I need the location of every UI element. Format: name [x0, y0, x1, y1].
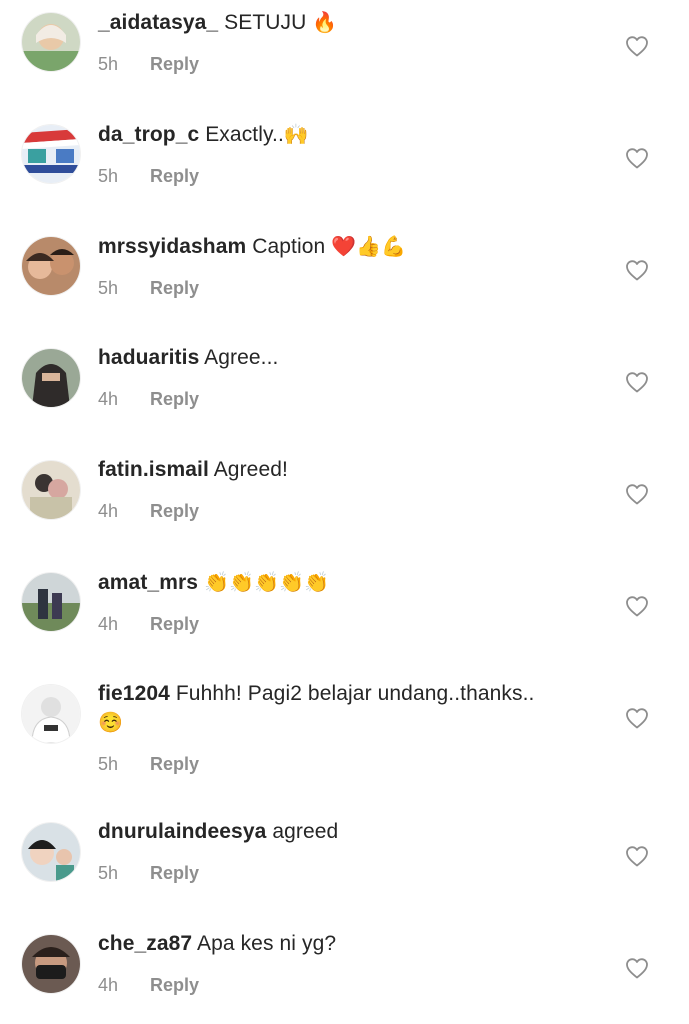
comment-username[interactable]: dnurulaindeesya — [98, 820, 266, 843]
reply-button[interactable]: Reply — [150, 278, 199, 298]
comment-text: Apa kes ni yg? — [196, 932, 337, 955]
reply-button[interactable]: Reply — [150, 166, 199, 186]
heart-icon[interactable] — [625, 595, 649, 617]
comment-username[interactable]: da_trop_c — [98, 123, 199, 146]
comment-timestamp: 5h — [98, 54, 119, 74]
comment-text: agreed — [272, 820, 339, 843]
comment-timestamp: 4h — [98, 614, 119, 634]
reply-button[interactable]: Reply — [150, 754, 199, 774]
comment-emoji: ❤️👍💪 — [331, 234, 407, 258]
comment-timestamp: 4h — [98, 975, 119, 995]
comment-username[interactable]: fatin.ismail — [98, 458, 209, 481]
heart-icon[interactable] — [625, 371, 649, 393]
comment-username[interactable]: mrssyidasham — [98, 235, 246, 258]
reply-button[interactable]: Reply — [150, 54, 199, 74]
comment-timestamp: 5h — [98, 166, 119, 186]
comment-username[interactable]: che_za87 — [98, 932, 192, 955]
comment-text: Exactly.. — [205, 123, 284, 146]
reply-button[interactable]: Reply — [150, 863, 199, 883]
heart-icon[interactable] — [625, 259, 649, 281]
comment-text: SETUJU — [224, 11, 307, 34]
comment-emoji: 👏👏👏👏👏 — [203, 570, 329, 594]
comment-text: Agreed! — [213, 458, 288, 481]
heart-icon[interactable] — [625, 957, 649, 979]
comment-username[interactable]: amat_mrs — [98, 571, 198, 594]
heart-icon[interactable] — [625, 147, 649, 169]
comment-username[interactable]: haduaritis — [98, 346, 199, 369]
avatar[interactable] — [22, 935, 80, 993]
comment-username[interactable]: fie1204 — [98, 682, 170, 705]
avatar[interactable] — [22, 573, 80, 631]
comment-timestamp: 4h — [98, 501, 119, 521]
avatar[interactable] — [22, 685, 80, 743]
avatar[interactable] — [22, 237, 80, 295]
comment-emoji: ☺️ — [98, 710, 124, 734]
comment-emoji: 🔥 — [312, 10, 338, 34]
comment-text: Caption — [252, 235, 326, 258]
avatar[interactable] — [22, 125, 80, 183]
avatar[interactable] — [22, 461, 80, 519]
comment-timestamp: 5h — [98, 278, 119, 298]
reply-button[interactable]: Reply — [150, 975, 199, 995]
heart-icon[interactable] — [625, 707, 649, 729]
comment-timestamp: 4h — [98, 389, 119, 409]
comment-timestamp: 5h — [98, 754, 119, 774]
comment-timestamp: 5h — [98, 863, 119, 883]
reply-button[interactable]: Reply — [150, 614, 199, 634]
avatar[interactable] — [22, 13, 80, 71]
comment-text: Fuhhh! Pagi2 belajar undang..thanks.. — [175, 682, 535, 705]
comment-text: Agree... — [204, 346, 279, 369]
heart-icon[interactable] — [625, 845, 649, 867]
avatar[interactable] — [22, 349, 80, 407]
avatar[interactable] — [22, 823, 80, 881]
reply-button[interactable]: Reply — [150, 389, 199, 409]
comment-emoji: 🙌 — [283, 122, 309, 146]
heart-icon[interactable] — [625, 35, 649, 57]
comment-username[interactable]: _aidatasya_ — [98, 11, 218, 34]
heart-icon[interactable] — [625, 483, 649, 505]
reply-button[interactable]: Reply — [150, 501, 199, 521]
